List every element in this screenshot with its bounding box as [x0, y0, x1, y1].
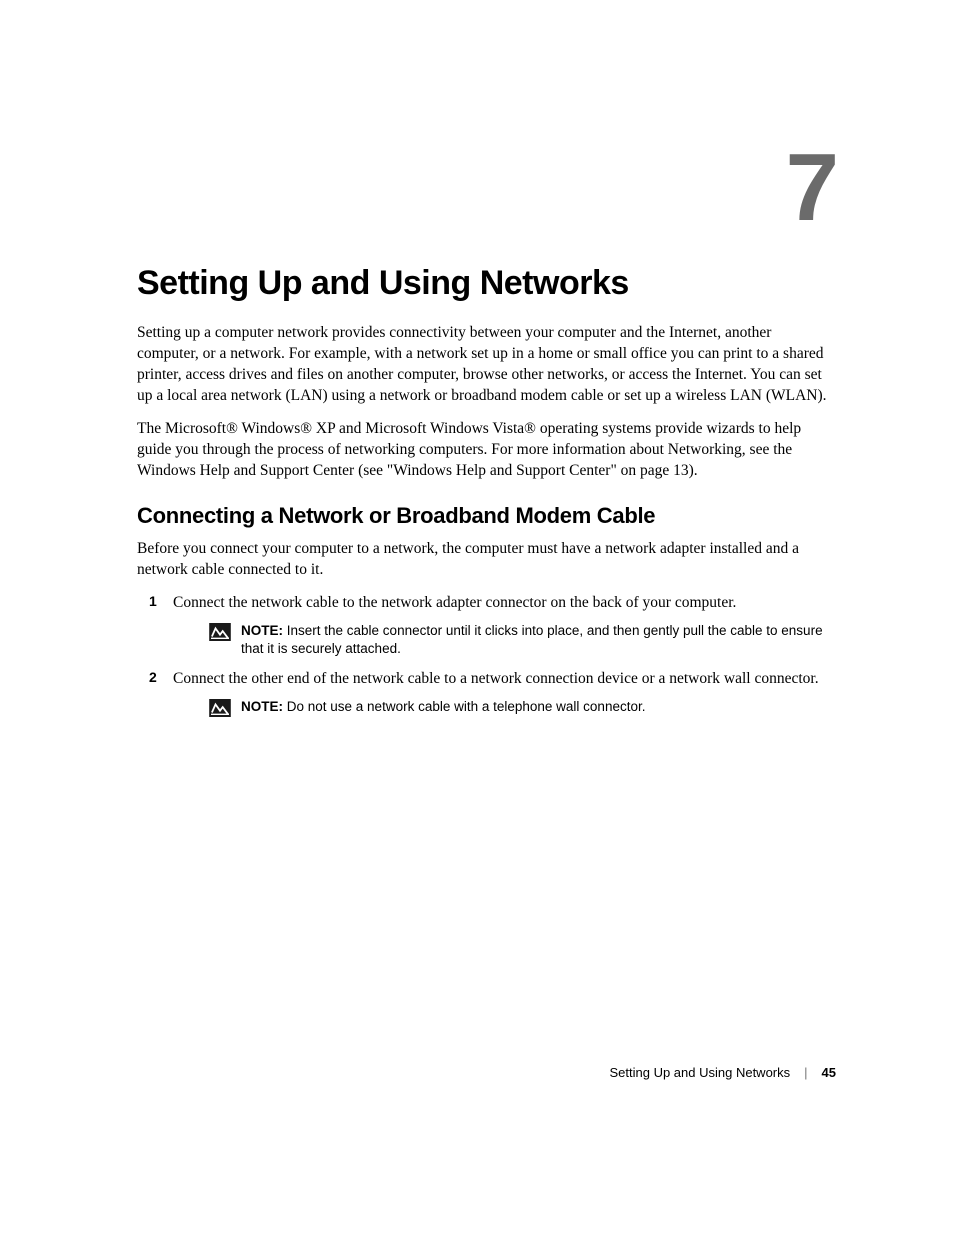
section-heading: Connecting a Network or Broadband Modem … [137, 503, 837, 529]
page-footer: Setting Up and Using Networks | 45 [609, 1065, 836, 1080]
content-area: Setting Up and Using Networks Setting up… [137, 264, 837, 727]
footer-separator: | [804, 1065, 807, 1080]
page-number: 45 [822, 1065, 836, 1080]
step-number: 2 [149, 669, 157, 685]
page-title: Setting Up and Using Networks [137, 264, 837, 303]
intro-paragraph-2: The Microsoft® Windows® XP and Microsoft… [137, 419, 837, 482]
step-number: 1 [149, 593, 157, 609]
note-row: NOTE: Insert the cable connector until i… [209, 622, 837, 658]
step-text: Connect the network cable to the network… [173, 594, 736, 611]
intro-paragraph-1: Setting up a computer network provides c… [137, 323, 837, 407]
note-icon [209, 699, 231, 717]
note-body: Do not use a network cable with a teleph… [283, 699, 645, 714]
page: 7 Setting Up and Using Networks Setting … [0, 0, 954, 1235]
note-body: Insert the cable connector until it clic… [241, 623, 823, 656]
step-1: 1 Connect the network cable to the netwo… [137, 593, 837, 658]
note-icon [209, 623, 231, 641]
section-intro: Before you connect your computer to a ne… [137, 539, 837, 581]
steps-list: 1 Connect the network cable to the netwo… [137, 593, 837, 716]
note-text: NOTE: Do not use a network cable with a … [241, 698, 645, 716]
note-label: NOTE: [241, 699, 283, 714]
chapter-number: 7 [786, 140, 839, 236]
step-text: Connect the other end of the network cab… [173, 670, 819, 687]
footer-title: Setting Up and Using Networks [609, 1065, 790, 1080]
step-2: 2 Connect the other end of the network c… [137, 669, 837, 717]
note-label: NOTE: [241, 623, 283, 638]
note-text: NOTE: Insert the cable connector until i… [241, 622, 837, 658]
note-row: NOTE: Do not use a network cable with a … [209, 698, 837, 717]
